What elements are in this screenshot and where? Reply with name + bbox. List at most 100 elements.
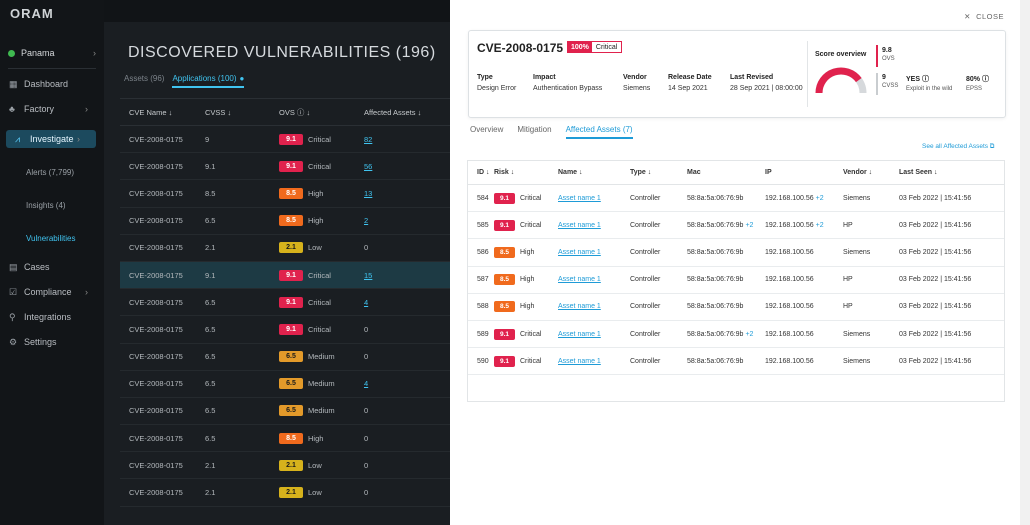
- cvss-cell: 9.1: [205, 270, 216, 280]
- table-row[interactable]: CVE-2008-0175 9 9.1 Critical 82: [120, 126, 450, 154]
- table-row[interactable]: 587 8.5 High Asset name 1 Controller 58:8a:5a…: [468, 267, 1004, 294]
- sidebar-item-cases[interactable]: ▤ Cases: [0, 258, 104, 276]
- sidebar-item-label: Integrations: [24, 312, 72, 322]
- meta-vendor: Vendor Siemens: [623, 74, 650, 92]
- ovs-badge: 8.5: [279, 187, 303, 199]
- risk-cell: 9.1 Critical: [494, 355, 558, 367]
- ip-cell: 192.168.100.56: [765, 331, 843, 338]
- vendor-cell: Siemens: [843, 194, 871, 202]
- table-row[interactable]: 590 9.1 Critical Asset name 1 Controller 58:8…: [468, 348, 1004, 376]
- affected-assets-cell[interactable]: 13: [364, 189, 444, 198]
- sidebar-item-investigate[interactable]: ⩘ Investigate ›: [6, 130, 96, 148]
- site-selector[interactable]: Panama ›: [8, 48, 96, 58]
- affected-assets-cell[interactable]: 15: [364, 271, 444, 280]
- risk-badge: 9.1: [494, 219, 515, 231]
- table-row[interactable]: CVE-2008-0175 6.5 6.5 Medium 0: [120, 398, 450, 426]
- table-row[interactable]: CVE-2008-0175 6.5 6.5 Medium 4: [120, 371, 450, 398]
- tab-assets[interactable]: Assets (96): [124, 74, 164, 88]
- tab-overview[interactable]: Overview: [470, 125, 503, 139]
- table-row[interactable]: CVE-2008-0175 8.5 8.5 High 13: [120, 180, 450, 208]
- column-affected-assets[interactable]: Affected Assets ↓: [364, 108, 444, 117]
- vendor-cell: Siemens: [843, 357, 871, 365]
- cve-name-cell: CVE-2008-0175: [129, 352, 183, 362]
- column-cvss[interactable]: CVSS ↓: [205, 108, 279, 117]
- sidebar-item-integrations[interactable]: ⚲ Integrations: [0, 308, 104, 326]
- affected-assets-cell[interactable]: 56: [364, 162, 444, 171]
- cve-name-cell: CVE-2008-0175: [129, 270, 183, 280]
- table-row[interactable]: CVE-2008-0175 2.1 2.1 Low 0: [120, 452, 450, 480]
- info-icon[interactable]: ●: [240, 74, 245, 83]
- sidebar-subitem-0[interactable]: Alerts (7,799): [26, 168, 74, 177]
- table-row[interactable]: CVE-2008-0175 2.1 2.1 Low 0: [120, 479, 450, 507]
- risk-cell: 8.5 High: [494, 246, 558, 258]
- ip-more-link[interactable]: +2: [816, 195, 824, 202]
- cvss-cell: 2.1: [205, 243, 216, 253]
- severity-label: Critical: [308, 297, 331, 307]
- asset-name-link[interactable]: Asset name 1: [558, 358, 601, 365]
- last-seen-cell: 03 Feb 2022 | 15:41:56: [899, 276, 972, 284]
- column-risk[interactable]: Risk ↓: [494, 169, 558, 176]
- column-last-seen[interactable]: Last Seen ↓: [899, 169, 997, 176]
- sidebar-subitem-1[interactable]: Insights (4): [26, 201, 66, 210]
- main-panel: DISCOVERED VULNERABILITIES (196) Assets …: [104, 0, 450, 525]
- table-row[interactable]: CVE-2008-0175 6.5 9.1 Critical 0: [120, 316, 450, 344]
- table-row[interactable]: 586 8.5 High Asset name 1 Controller 58:8a:5a…: [468, 239, 1004, 267]
- sidebar-item-dashboard[interactable]: ▦ Dashboard: [0, 75, 104, 93]
- column-vendor[interactable]: Vendor ↓: [843, 169, 899, 176]
- affected-assets-cell: 0: [364, 324, 369, 334]
- affected-assets-cell[interactable]: 4: [364, 298, 444, 307]
- asset-name-link[interactable]: Asset name 1: [558, 276, 601, 283]
- scrollbar[interactable]: [1020, 0, 1030, 525]
- column-type[interactable]: Type ↓: [630, 169, 687, 176]
- chevron-right-icon: ›: [85, 104, 88, 114]
- sidebar-item-settings[interactable]: ⚙ Settings: [0, 333, 104, 351]
- asset-type-cell: Controller: [630, 194, 661, 202]
- table-row[interactable]: CVE-2008-0175 6.5 8.5 High 0: [120, 425, 450, 453]
- asset-name-link[interactable]: Asset name 1: [558, 331, 601, 338]
- tab-applications[interactable]: Applications (100) ●: [172, 74, 245, 88]
- asset-name-link[interactable]: Asset name 1: [558, 222, 601, 229]
- cve-name-cell: CVE-2008-0175: [129, 460, 183, 470]
- column-id[interactable]: ID ↓: [468, 169, 494, 176]
- tab-mitigation[interactable]: Mitigation: [517, 125, 551, 139]
- table-row[interactable]: CVE-2008-0175 6.5 6.5 Medium 0: [120, 344, 450, 371]
- close-button[interactable]: ✕ CLOSE: [964, 12, 1004, 21]
- column-cve-name[interactable]: CVE Name ↓: [120, 108, 205, 117]
- table-row[interactable]: CVE-2008-0175 9.1 9.1 Critical 56: [120, 153, 450, 181]
- ip-more-link[interactable]: +2: [816, 222, 824, 229]
- table-row[interactable]: 584 9.1 Critical Asset name 1 Controller 58:8…: [468, 185, 1004, 213]
- affected-assets-cell[interactable]: 2: [364, 216, 444, 225]
- sidebar-subitem-2[interactable]: Vulnerabilities: [26, 234, 76, 243]
- see-all-affected-assets-link[interactable]: See all Affected Assets ⧉: [922, 143, 994, 151]
- affected-assets-cell[interactable]: 4: [364, 379, 444, 388]
- asset-name-link[interactable]: Asset name 1: [558, 249, 601, 256]
- mac-value: 58:8a:5a:06:76:9b: [687, 357, 744, 365]
- asset-name-link[interactable]: Asset name 1: [558, 195, 601, 202]
- ovs-cell: 6.5 Medium: [279, 405, 364, 417]
- table-row[interactable]: 585 9.1 Critical Asset name 1 Controller 58:8…: [468, 212, 1004, 240]
- column-name[interactable]: Name ↓: [558, 169, 630, 176]
- asset-name-link[interactable]: Asset name 1: [558, 303, 601, 310]
- column-ovs[interactable]: OVS ⓘ ↓: [279, 107, 364, 118]
- sidebar-item-label: Factory: [24, 104, 55, 114]
- mac-more-link[interactable]: +2: [745, 331, 753, 338]
- affected-assets-cell[interactable]: 82: [364, 135, 444, 144]
- table-row[interactable]: CVE-2008-0175 6.5 8.5 High 2: [120, 208, 450, 235]
- column-mac: Mac: [687, 169, 701, 176]
- tab-affected-assets[interactable]: Affected Assets (7): [565, 125, 633, 139]
- mac-cell: 58:8a:5a:06:76:9b +2: [687, 331, 765, 338]
- sidebar-item-compliance[interactable]: ☑ Compliance ›: [0, 283, 104, 301]
- severity-label: Critical: [595, 44, 618, 51]
- mac-cell: 58:8a:5a:06:76:9b: [687, 249, 765, 256]
- table-header: CVE Name ↓ CVSS ↓ OVS ⓘ ↓ Affected Asset…: [120, 98, 450, 126]
- table-row[interactable]: 589 9.1 Critical Asset name 1 Controller 58:8…: [468, 321, 1004, 349]
- table-row[interactable]: CVE-2008-0175 9.1 9.1 Critical 15: [120, 261, 450, 290]
- mac-more-link[interactable]: +2: [745, 222, 753, 229]
- sidebar-item-label: Compliance: [24, 287, 72, 297]
- table-row[interactable]: 588 8.5 High Asset name 1 Controller 58:8a:5a…: [468, 294, 1004, 321]
- risk-cell: 9.1 Critical: [494, 219, 558, 231]
- table-row[interactable]: CVE-2008-0175 2.1 2.1 Low 0: [120, 235, 450, 262]
- meta-value: Authentication Bypass: [533, 85, 603, 92]
- sidebar-item-factory[interactable]: ♣ Factory ›: [0, 100, 104, 118]
- table-row[interactable]: CVE-2008-0175 6.5 9.1 Critical 4: [120, 289, 450, 317]
